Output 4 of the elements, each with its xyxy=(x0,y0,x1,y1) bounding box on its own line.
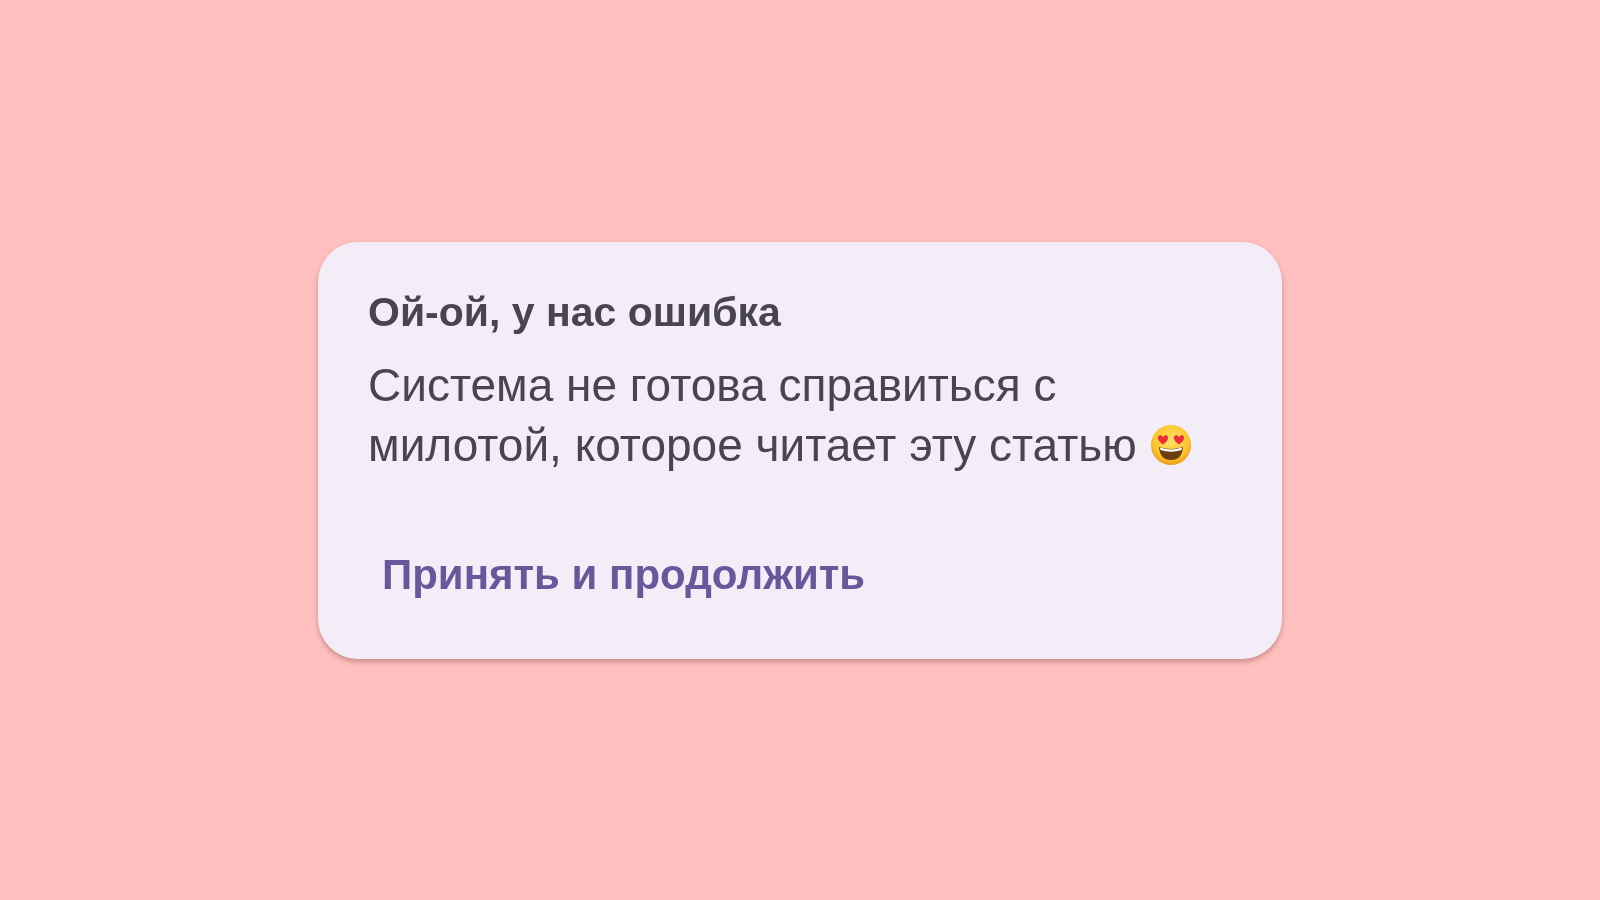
accept-button[interactable]: Принять и продолжить xyxy=(368,538,880,611)
dialog-message: Система не готова справиться с милотой, которое читает эту статью xyxy=(368,358,1137,471)
heart-eyes-emoji-icon xyxy=(1150,424,1191,465)
dialog-title: Ой-ой, у нас ошибка xyxy=(368,287,781,337)
